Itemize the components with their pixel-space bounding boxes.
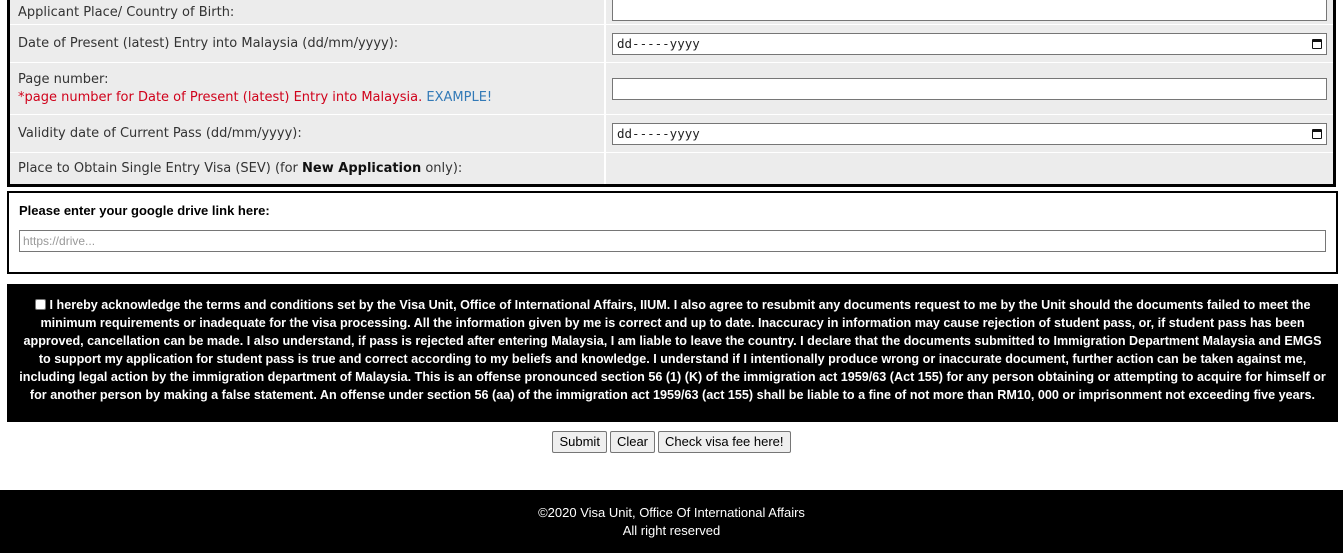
birthplace-input[interactable] [612, 0, 1327, 21]
calendar-icon[interactable] [1312, 128, 1322, 139]
terms-checkbox[interactable] [34, 299, 46, 310]
form-row-page-number: Page number: *page number for Date of Pr… [10, 62, 1333, 114]
form-row-pass-validity: Validity date of Current Pass (dd/mm/yyy… [10, 114, 1333, 152]
application-form-table: Applicant Place/ Country of Birth: Date … [7, 0, 1336, 187]
form-row-sev-place: Place to Obtain Single Entry Visa (SEV) … [10, 152, 1333, 184]
pass-validity-field-cell: dd-----yyyy [606, 115, 1333, 152]
entry-date-value: dd-----yyyy [617, 36, 700, 51]
form-row-birthplace: Applicant Place/ Country of Birth: [10, 0, 1333, 24]
submit-button[interactable]: Submit [552, 431, 607, 453]
page-number-label: Page number: [18, 71, 109, 87]
page-footer: ©2020 Visa Unit, Office Of International… [0, 490, 1343, 553]
birthplace-label: Applicant Place/ Country of Birth: [10, 0, 606, 24]
entry-date-field-cell: dd-----yyyy [606, 25, 1333, 62]
sev-place-field-cell [606, 153, 1333, 184]
footer-copyright: ©2020 Visa Unit, Office Of International… [538, 504, 805, 520]
terms-acknowledgement: I hereby acknowledge the terms and condi… [7, 284, 1338, 422]
page-number-field-cell [606, 63, 1333, 114]
birthplace-field-cell [606, 0, 1333, 24]
page-number-label-cell: Page number: *page number for Date of Pr… [10, 63, 606, 114]
page-number-input[interactable] [612, 77, 1327, 100]
form-actions: Submit Clear Check visa fee here! [0, 431, 1343, 453]
calendar-icon[interactable] [1312, 38, 1322, 49]
drive-link-label: Please enter your google drive link here… [19, 203, 270, 218]
drive-link-input[interactable] [19, 230, 1326, 252]
entry-date-label: Date of Present (latest) Entry into Mala… [10, 25, 606, 62]
example-link[interactable]: EXAMPLE! [426, 90, 492, 105]
sev-label-bold: New Application [302, 161, 422, 176]
google-drive-section: Please enter your google drive link here… [7, 191, 1338, 274]
sev-label-post: only): [421, 161, 463, 176]
terms-text: I hereby acknowledge the terms and condi… [19, 298, 1326, 402]
form-row-entry-date: Date of Present (latest) Entry into Mala… [10, 24, 1333, 62]
check-visa-fee-button[interactable]: Check visa fee here! [658, 431, 791, 453]
entry-date-input[interactable]: dd-----yyyy [612, 32, 1327, 55]
pass-validity-value: dd-----yyyy [617, 126, 700, 141]
sev-label-pre: Place to Obtain Single Entry Visa (SEV) … [18, 161, 303, 176]
pass-validity-label: Validity date of Current Pass (dd/mm/yyy… [10, 115, 606, 152]
clear-button[interactable]: Clear [609, 431, 656, 453]
footer-rights: All right reserved [622, 522, 721, 538]
sev-place-label: Place to Obtain Single Entry Visa (SEV) … [10, 153, 606, 184]
page-number-note: *page number for Date of Present (latest… [18, 89, 423, 105]
pass-validity-input[interactable]: dd-----yyyy [612, 122, 1327, 145]
